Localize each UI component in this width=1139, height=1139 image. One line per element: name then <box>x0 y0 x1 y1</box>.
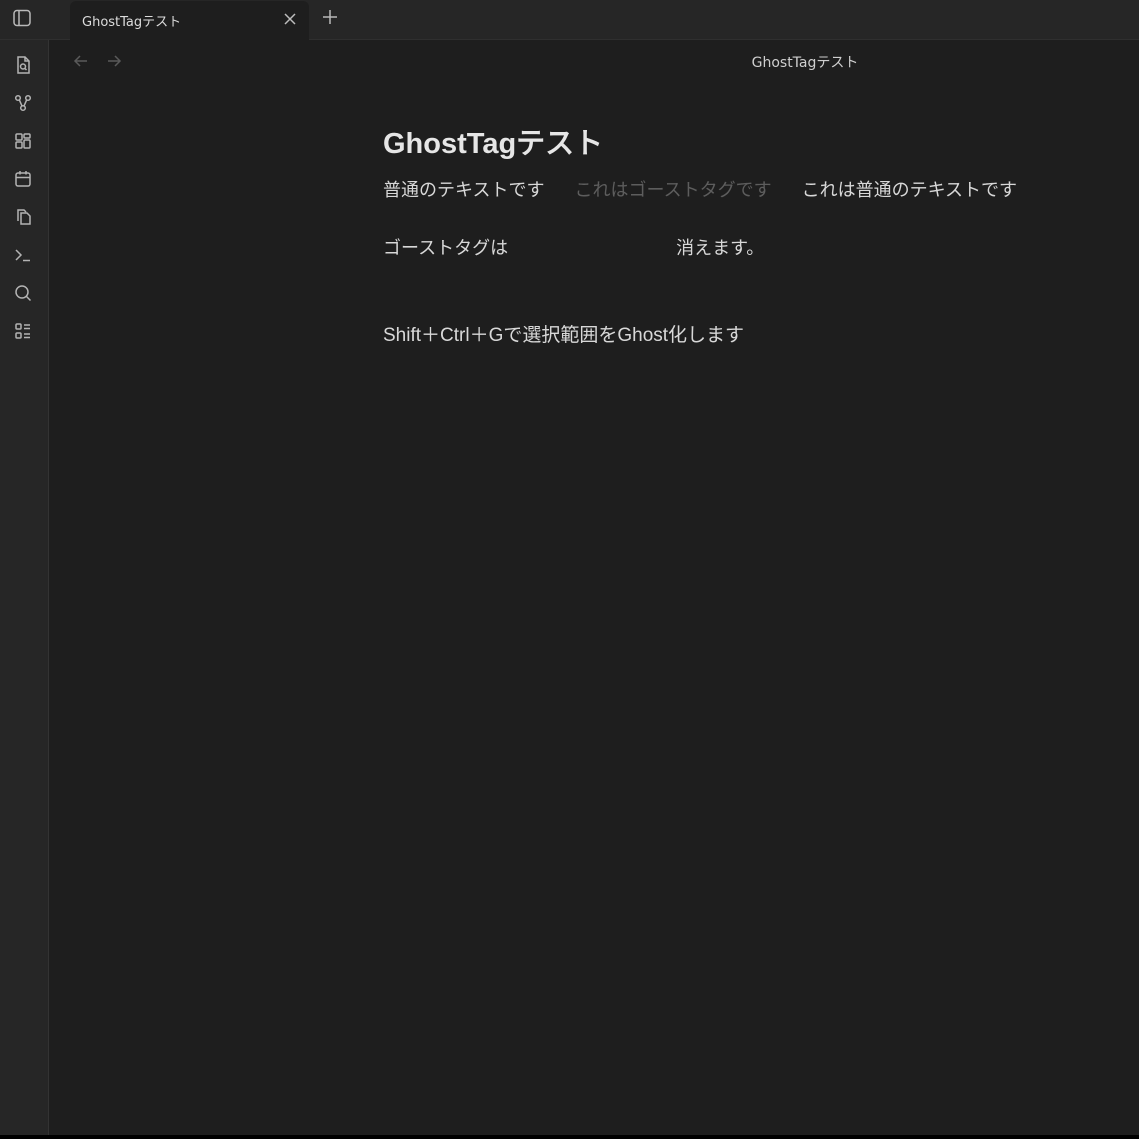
tab-ghosttag[interactable]: GhostTagテスト <box>70 1 309 40</box>
normal-text: これは普通のテキストです <box>801 180 1018 201</box>
paragraph-line-1: 普通のテキストです これはゴーストタグです これは普通のテキストです <box>383 176 1017 202</box>
ghost-tag-text: これはゴーストタグです <box>574 180 772 201</box>
normal-text: ゴーストタグは <box>383 238 509 259</box>
files-icon[interactable] <box>12 206 34 228</box>
paragraph-line-2: ゴーストタグは 消えます。 <box>383 234 764 260</box>
list-icon[interactable] <box>12 320 34 342</box>
graph-icon[interactable] <box>12 92 34 114</box>
normal-text: 普通のテキストです <box>383 180 545 201</box>
calendar-icon[interactable] <box>12 168 34 190</box>
tab-title: GhostTagテスト <box>82 15 182 30</box>
layout-grid-icon[interactable] <box>12 130 34 152</box>
new-tab-icon[interactable] <box>320 7 340 27</box>
left-ribbon <box>0 40 49 1135</box>
view-header-title[interactable]: GhostTagテスト <box>700 52 910 72</box>
terminal-icon[interactable] <box>12 244 34 266</box>
file-search-icon[interactable] <box>12 54 34 76</box>
normal-text: 消えます。 <box>676 238 765 259</box>
close-icon[interactable] <box>281 10 299 28</box>
sidebar-toggle-icon[interactable] <box>12 8 32 28</box>
search-icon[interactable] <box>12 282 34 304</box>
title-bar: GhostTagテスト <box>0 0 1139 40</box>
bottom-edge <box>0 1135 1139 1139</box>
document-title: GhostTagテスト <box>383 128 604 160</box>
back-arrow-icon[interactable] <box>72 52 90 70</box>
forward-arrow-icon[interactable] <box>105 52 123 70</box>
paragraph-line-3: Shift＋Ctrl＋Gで選択範囲をGhost化します <box>383 325 745 346</box>
